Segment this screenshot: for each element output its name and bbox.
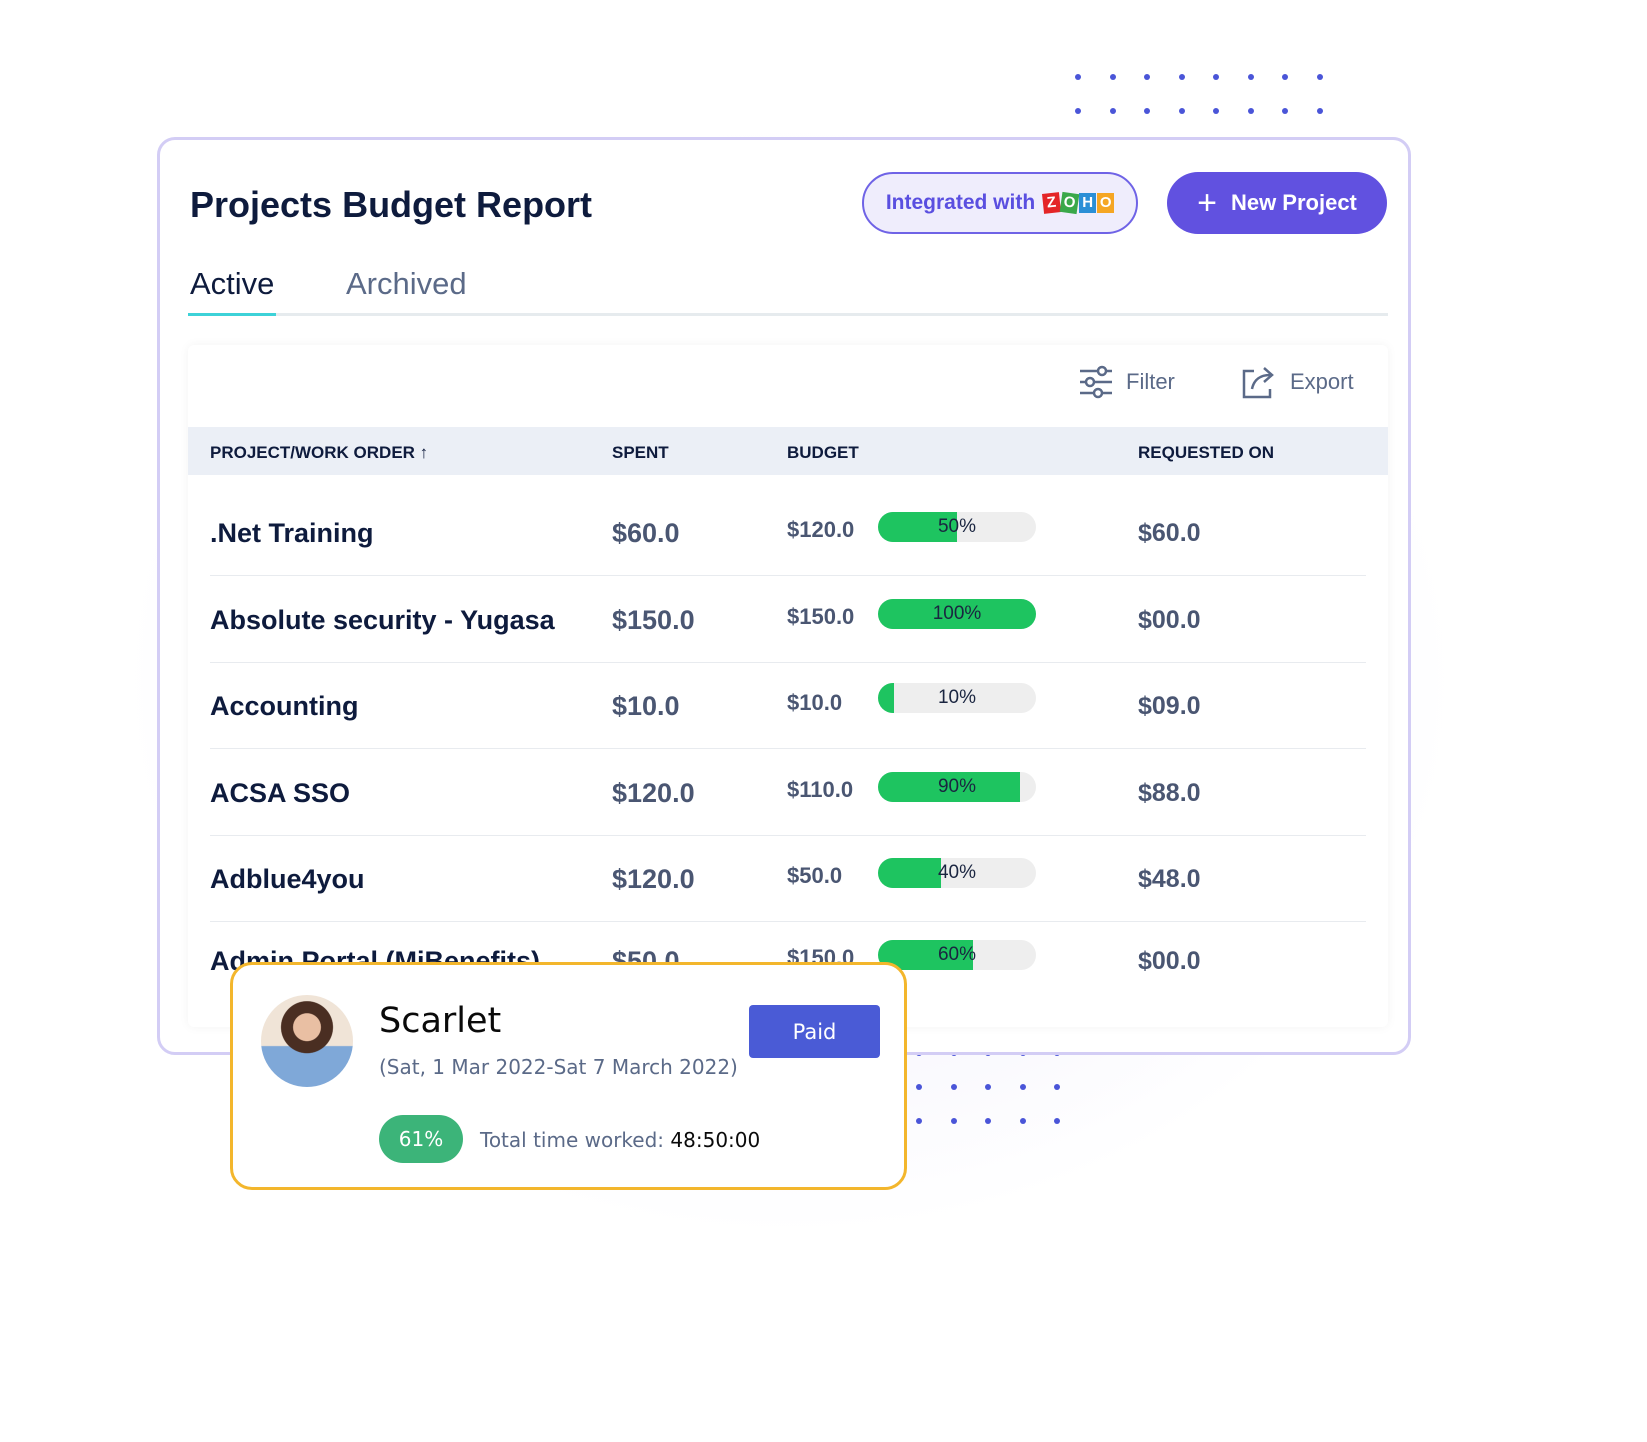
progress-percent: 50% bbox=[937, 516, 977, 537]
project-name[interactable]: .Net Training bbox=[210, 490, 374, 576]
budget-progress-bar: 100% bbox=[878, 599, 1036, 629]
dot bbox=[985, 1118, 991, 1124]
spent-value: $150.0 bbox=[612, 605, 695, 635]
dot bbox=[1316, 108, 1323, 114]
spent-value: $10.0 bbox=[612, 691, 680, 721]
dot bbox=[1019, 1118, 1026, 1124]
integration-label: Integrated with bbox=[885, 191, 1036, 214]
dot bbox=[1054, 1118, 1060, 1124]
new-project-button[interactable]: + New Project bbox=[1167, 172, 1387, 234]
page-title: Projects Budget Report bbox=[190, 184, 593, 225]
column-spent: SPENT bbox=[612, 443, 669, 462]
dot bbox=[1144, 74, 1150, 80]
dot bbox=[1247, 108, 1254, 114]
column-project[interactable]: PROJECT/WORK ORDER ↑ bbox=[210, 443, 428, 463]
spent-value: $120.0 bbox=[612, 864, 695, 894]
filter-button[interactable]: Filter bbox=[1078, 365, 1175, 399]
dot bbox=[1282, 108, 1288, 114]
dot bbox=[916, 1084, 922, 1090]
employee-name: Scarlet bbox=[379, 1001, 502, 1041]
table-row[interactable]: Accounting $10.0 $10.0 10% $09.0 bbox=[210, 663, 1366, 749]
budget-progress-bar: 50% bbox=[878, 512, 1036, 542]
dot bbox=[1109, 74, 1116, 80]
dot bbox=[950, 1118, 957, 1124]
tab-archived[interactable]: Archived bbox=[346, 266, 467, 302]
budget-report-card: Projects Budget Report Integrated with Z… bbox=[157, 137, 1411, 1055]
tab-active[interactable]: Active bbox=[190, 266, 274, 302]
budget-value: $120.0 bbox=[787, 517, 855, 542]
progress-percent: 100% bbox=[932, 603, 982, 624]
requested-value: $00.0 bbox=[1138, 606, 1201, 634]
decorative-dots bbox=[916, 1050, 1089, 1124]
project-name[interactable]: Adblue4you bbox=[210, 836, 365, 922]
decorative-dots bbox=[1075, 74, 1351, 114]
column-requested-on: REQUESTED ON bbox=[1138, 443, 1275, 462]
progress-percent: 40% bbox=[937, 862, 977, 883]
spent-value: $60.0 bbox=[612, 518, 680, 548]
dot bbox=[1109, 108, 1116, 114]
date-range: (Sat, 1 Mar 2022-Sat 7 March 2022) bbox=[379, 1055, 738, 1079]
table-row[interactable]: .Net Training $60.0 $120.0 50% $60.0 bbox=[210, 490, 1366, 576]
dot bbox=[985, 1084, 991, 1090]
budget-progress-bar: 60% bbox=[878, 940, 1036, 970]
project-name[interactable]: Accounting bbox=[210, 663, 359, 749]
export-button[interactable]: Export bbox=[1240, 365, 1354, 399]
requested-value: $09.0 bbox=[1138, 692, 1201, 720]
dot bbox=[1213, 74, 1219, 80]
dot bbox=[916, 1118, 922, 1124]
avatar bbox=[261, 995, 353, 1087]
dot bbox=[1054, 1084, 1060, 1090]
progress-percent: 60% bbox=[937, 944, 977, 965]
tab-bar: Active Archived bbox=[188, 266, 1388, 316]
project-name[interactable]: ACSA SSO bbox=[210, 750, 350, 836]
table-row[interactable]: ACSA SSO $120.0 $110.0 90% $88.0 bbox=[210, 750, 1366, 836]
requested-value: $88.0 bbox=[1138, 779, 1201, 807]
budget-progress-bar: 90% bbox=[878, 772, 1036, 802]
dot bbox=[1178, 108, 1185, 114]
dot bbox=[1075, 108, 1081, 114]
paid-button[interactable]: Paid bbox=[749, 1005, 880, 1058]
timesheet-popup: Scarlet (Sat, 1 Mar 2022-Sat 7 March 202… bbox=[230, 962, 907, 1190]
requested-value: $48.0 bbox=[1138, 865, 1201, 893]
projects-table-panel: Filter Export PROJECT/WORK ORDER ↑ SPENT… bbox=[188, 345, 1388, 1027]
filter-icon bbox=[1080, 365, 1112, 399]
table-row[interactable]: Absolute security - Yugasa $150.0 $150.0… bbox=[210, 577, 1366, 663]
requested-value: $00.0 bbox=[1138, 947, 1201, 975]
zoho-integration-button[interactable]: Integrated with ZOHO bbox=[862, 172, 1138, 234]
budget-value: $110.0 bbox=[787, 777, 854, 802]
spent-value: $120.0 bbox=[612, 778, 695, 808]
percent-badge: 61% bbox=[379, 1115, 463, 1163]
total-time: Total time worked: 48:50:00 bbox=[480, 1128, 761, 1152]
dot bbox=[1019, 1084, 1026, 1090]
zoho-logo: ZOHO bbox=[1042, 191, 1115, 215]
requested-value: $60.0 bbox=[1138, 519, 1201, 547]
budget-progress-bar: 10% bbox=[878, 683, 1036, 713]
table-header: PROJECT/WORK ORDER ↑ SPENT BUDGET REQUES… bbox=[188, 427, 1388, 475]
plus-icon: + bbox=[1197, 184, 1217, 222]
dot bbox=[1075, 74, 1081, 80]
budget-value: $50.0 bbox=[787, 863, 843, 888]
dot bbox=[950, 1084, 957, 1090]
dot bbox=[1178, 74, 1185, 80]
dot bbox=[1144, 108, 1150, 114]
dot bbox=[1316, 74, 1323, 80]
budget-value: $10.0 bbox=[787, 690, 843, 715]
progress-percent: 90% bbox=[937, 776, 977, 797]
dot bbox=[1282, 74, 1288, 80]
table-row[interactable]: Adblue4you $120.0 $50.0 40% $48.0 bbox=[210, 836, 1366, 922]
dot bbox=[1213, 108, 1219, 114]
export-icon bbox=[1242, 367, 1274, 399]
project-name[interactable]: Absolute security - Yugasa bbox=[210, 577, 555, 663]
active-tab-indicator bbox=[188, 313, 276, 316]
budget-progress-bar: 40% bbox=[878, 858, 1036, 888]
budget-value: $150.0 bbox=[787, 604, 855, 629]
progress-percent: 10% bbox=[937, 687, 977, 708]
column-budget: BUDGET bbox=[787, 443, 859, 462]
dot bbox=[1247, 74, 1254, 80]
